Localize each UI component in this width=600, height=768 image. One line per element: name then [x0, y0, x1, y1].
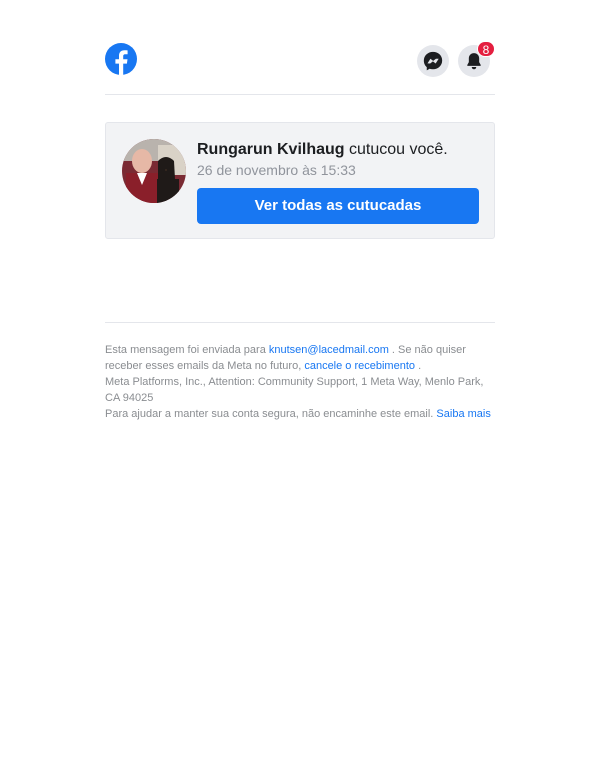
recipient-email-link[interactable]: knutsen@lacedmail.com	[269, 344, 389, 356]
see-all-pokes-button[interactable]: Ver todas as cutucadas	[197, 188, 479, 224]
messenger-icon	[423, 51, 443, 71]
email-footer: Esta mensagem foi enviada para knutsen@l…	[105, 342, 495, 422]
security-text: Para ajudar a manter sua conta segura, n…	[105, 408, 437, 420]
avatar[interactable]	[122, 139, 186, 203]
unsubscribe-link[interactable]: cancele o recebimento	[304, 360, 415, 372]
messenger-button[interactable]	[417, 45, 449, 77]
learn-more-link[interactable]: Saiba mais	[436, 408, 490, 420]
facebook-logo-icon[interactable]	[105, 43, 137, 75]
company-address: Meta Platforms, Inc., Attention: Communi…	[105, 376, 484, 404]
email-container: 8 Rungarun Kvilhaug cutucou você. 26 de …	[105, 0, 495, 420]
sent-to-text: Esta mensagem foi enviada para	[105, 344, 269, 356]
action-text: cutucou você.	[344, 141, 448, 158]
unsubscribe-suffix: .	[415, 360, 422, 372]
footer-recipient-line: Esta mensagem foi enviada para knutsen@l…	[105, 342, 495, 374]
poke-notification-card: Rungarun Kvilhaug cutucou você. 26 de no…	[105, 122, 495, 239]
notification-date: 26 de novembro às 15:33	[197, 162, 356, 178]
notification-count-badge: 8	[477, 41, 495, 57]
email-header: 8	[105, 0, 495, 95]
security-notice: Para ajudar a manter sua conta segura, n…	[105, 406, 495, 422]
footer-divider	[105, 322, 495, 323]
actor-name[interactable]: Rungarun Kvilhaug	[197, 141, 345, 158]
notification-message: Rungarun Kvilhaug cutucou você.	[197, 140, 448, 160]
